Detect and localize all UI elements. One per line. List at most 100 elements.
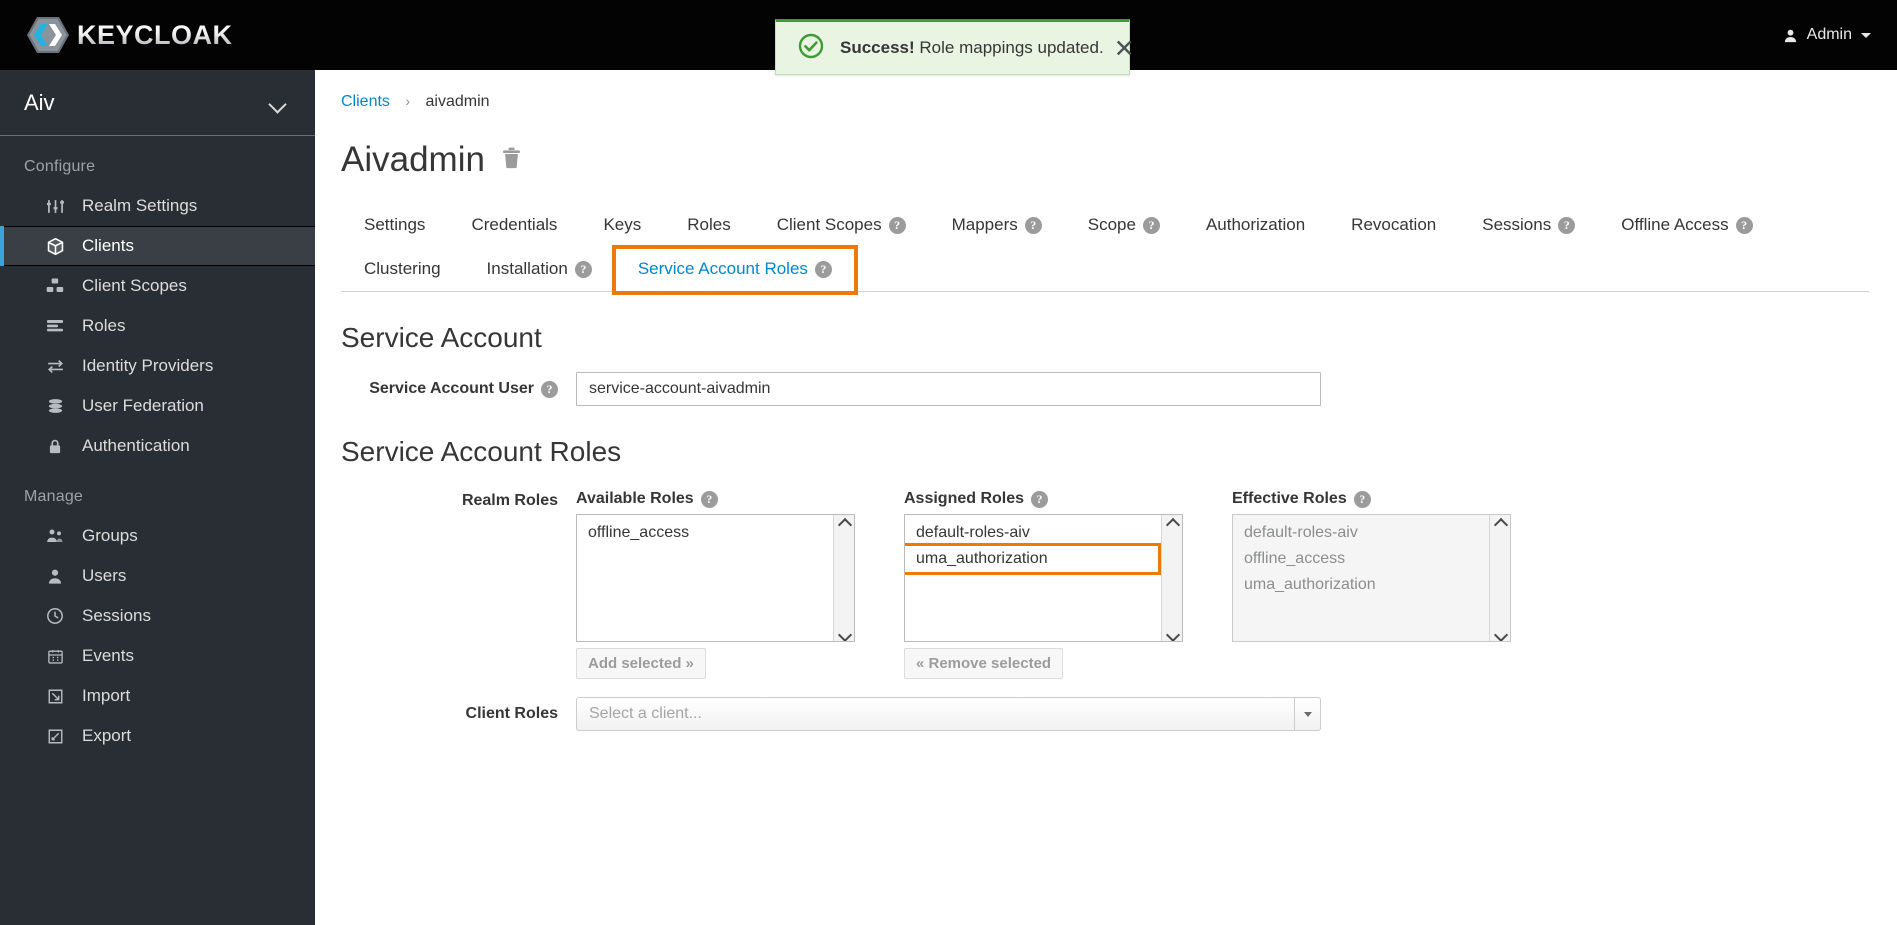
help-icon[interactable]: ? <box>574 260 592 278</box>
list-item[interactable]: default-roles-aiv <box>905 520 1182 546</box>
keycloak-hexagon-icon <box>27 17 69 53</box>
scrollbar[interactable] <box>1489 515 1510 641</box>
available-roles-title: Available Roles ? <box>576 490 855 508</box>
admin-user-menu[interactable]: Admin <box>1783 26 1871 44</box>
breadcrumb-clients-link[interactable]: Clients <box>341 93 390 110</box>
tab-roles[interactable]: Roles <box>664 204 753 248</box>
tab-scope[interactable]: Scope? <box>1065 204 1183 248</box>
sidebar-item-label: Client Scopes <box>82 276 187 295</box>
exchange-icon <box>42 357 68 376</box>
assigned-roles-column: Assigned Roles ? default-roles-aiv uma_a… <box>904 490 1183 679</box>
alert-message: Success! Role mappings updated. <box>840 38 1104 58</box>
cube-icon <box>42 237 68 256</box>
brand-logo[interactable]: KEYCLOAK <box>26 13 233 57</box>
chevron-up-icon[interactable] <box>1167 519 1178 527</box>
effective-roles-column: Effective Roles ? default-roles-aiv offl… <box>1232 490 1511 679</box>
sidebar-item-roles[interactable]: Roles <box>0 306 315 346</box>
chevron-down-icon[interactable] <box>1495 629 1506 637</box>
sidebar-item-label: Authentication <box>82 436 190 455</box>
nav-group-configure-title: Configure <box>24 158 96 175</box>
sidebar-item-user-federation[interactable]: User Federation <box>0 386 315 426</box>
assigned-roles-listbox[interactable]: default-roles-aiv uma_authorization <box>904 514 1183 642</box>
help-icon[interactable]: ? <box>1353 490 1371 508</box>
sidebar-item-label: Events <box>82 646 134 665</box>
sidebar-item-label: Sessions <box>82 606 151 625</box>
tab-sessions[interactable]: Sessions? <box>1459 204 1598 248</box>
scrollbar[interactable] <box>1161 515 1182 641</box>
help-icon[interactable]: ? <box>1024 216 1042 234</box>
tab-offline-access[interactable]: Offline Access? <box>1598 204 1775 248</box>
chevron-up-icon[interactable] <box>1495 519 1506 527</box>
tab-clustering[interactable]: Clustering <box>341 248 464 292</box>
sidebar-item-authentication[interactable]: Authentication <box>0 426 315 466</box>
sidebar-item-label: Import <box>82 686 131 705</box>
help-icon[interactable]: ? <box>1558 216 1576 234</box>
scrollbar[interactable] <box>833 515 854 641</box>
help-icon[interactable]: ? <box>814 260 832 278</box>
client-select-placeholder: Select a client... <box>589 705 702 722</box>
tab-service-account-roles[interactable]: Service Account Roles? <box>611 245 858 295</box>
sidebar-item-realm-settings[interactable]: Realm Settings <box>0 186 315 226</box>
import-icon <box>42 688 68 705</box>
realm-selector[interactable]: Aiv <box>0 70 315 136</box>
label-text: Client Roles <box>465 705 558 722</box>
sidebar-item-sessions[interactable]: Sessions <box>0 596 315 636</box>
list-item-selected[interactable]: uma_authorization <box>905 543 1161 575</box>
sidebar-item-export[interactable]: Export <box>0 716 315 756</box>
sidebar-item-events[interactable]: Events <box>0 636 315 676</box>
chevron-down-icon[interactable] <box>1294 698 1320 730</box>
service-account-user-input[interactable] <box>576 372 1321 406</box>
tab-label: Settings <box>364 215 426 234</box>
tab-credentials[interactable]: Credentials <box>448 204 580 248</box>
available-roles-listbox[interactable]: offline_access <box>576 514 855 642</box>
sidebar-item-users[interactable]: Users <box>0 556 315 596</box>
clock-icon <box>42 607 68 625</box>
chevron-down-icon[interactable] <box>839 629 850 637</box>
client-tabs: Settings Credentials Keys Roles Client S… <box>341 203 1869 295</box>
realm-name: Aiv <box>24 89 55 115</box>
page-header: Aivadmin <box>341 140 1897 180</box>
delete-icon[interactable] <box>501 147 522 174</box>
tab-authorization[interactable]: Authorization <box>1183 204 1328 248</box>
sidebar-item-client-scopes[interactable]: Client Scopes <box>0 266 315 306</box>
tab-client-scopes[interactable]: Client Scopes? <box>754 204 929 248</box>
tab-settings[interactable]: Settings <box>341 204 448 248</box>
help-icon[interactable]: ? <box>1142 216 1160 234</box>
help-icon[interactable]: ? <box>700 490 718 508</box>
help-icon[interactable]: ? <box>541 380 558 398</box>
calendar-icon <box>42 648 68 665</box>
tab-label: Authorization <box>1205 215 1306 234</box>
service-account-user-label: Service Account User ? <box>341 380 576 398</box>
sidebar-item-label: Identity Providers <box>82 356 214 375</box>
help-icon[interactable]: ? <box>1735 216 1753 234</box>
add-selected-button[interactable]: Add selected » <box>576 648 706 679</box>
alert-strong: Success! <box>840 38 915 57</box>
chevron-down-icon <box>269 98 287 108</box>
available-roles-column: Available Roles ? offline_access Add sel… <box>576 490 855 679</box>
remove-selected-button[interactable]: « Remove selected <box>904 648 1064 679</box>
tab-label: Scope <box>1087 215 1136 234</box>
tab-label: Mappers <box>951 215 1018 234</box>
list-item[interactable]: offline_access <box>577 520 854 546</box>
chevron-up-icon[interactable] <box>839 519 850 527</box>
sidebar-item-identity-providers[interactable]: Identity Providers <box>0 346 315 386</box>
chevron-down-icon <box>1861 32 1871 38</box>
tab-keys[interactable]: Keys <box>580 204 664 248</box>
help-icon[interactable]: ? <box>1031 490 1049 508</box>
database-icon <box>42 398 68 415</box>
help-icon[interactable]: ? <box>888 216 906 234</box>
close-icon[interactable]: ✕ <box>1114 36 1135 61</box>
sidebar-item-groups[interactable]: Groups <box>0 516 315 556</box>
effective-roles-listbox: default-roles-aiv offline_access uma_aut… <box>1232 514 1511 642</box>
tab-installation[interactable]: Installation? <box>464 248 615 292</box>
tab-mappers[interactable]: Mappers? <box>929 204 1065 248</box>
user-icon <box>42 568 68 585</box>
service-account-section-title: Service Account <box>341 322 542 353</box>
main-content: Clients › aivadmin Aivadmin Settings Cre… <box>315 70 1897 925</box>
tab-revocation[interactable]: Revocation <box>1328 204 1459 248</box>
client-select[interactable]: Select a client... <box>576 697 1321 731</box>
chevron-down-icon[interactable] <box>1167 629 1178 637</box>
sidebar-item-label: Realm Settings <box>82 196 198 215</box>
sidebar-item-clients[interactable]: Clients <box>0 226 315 266</box>
sidebar-item-import[interactable]: Import <box>0 676 315 716</box>
